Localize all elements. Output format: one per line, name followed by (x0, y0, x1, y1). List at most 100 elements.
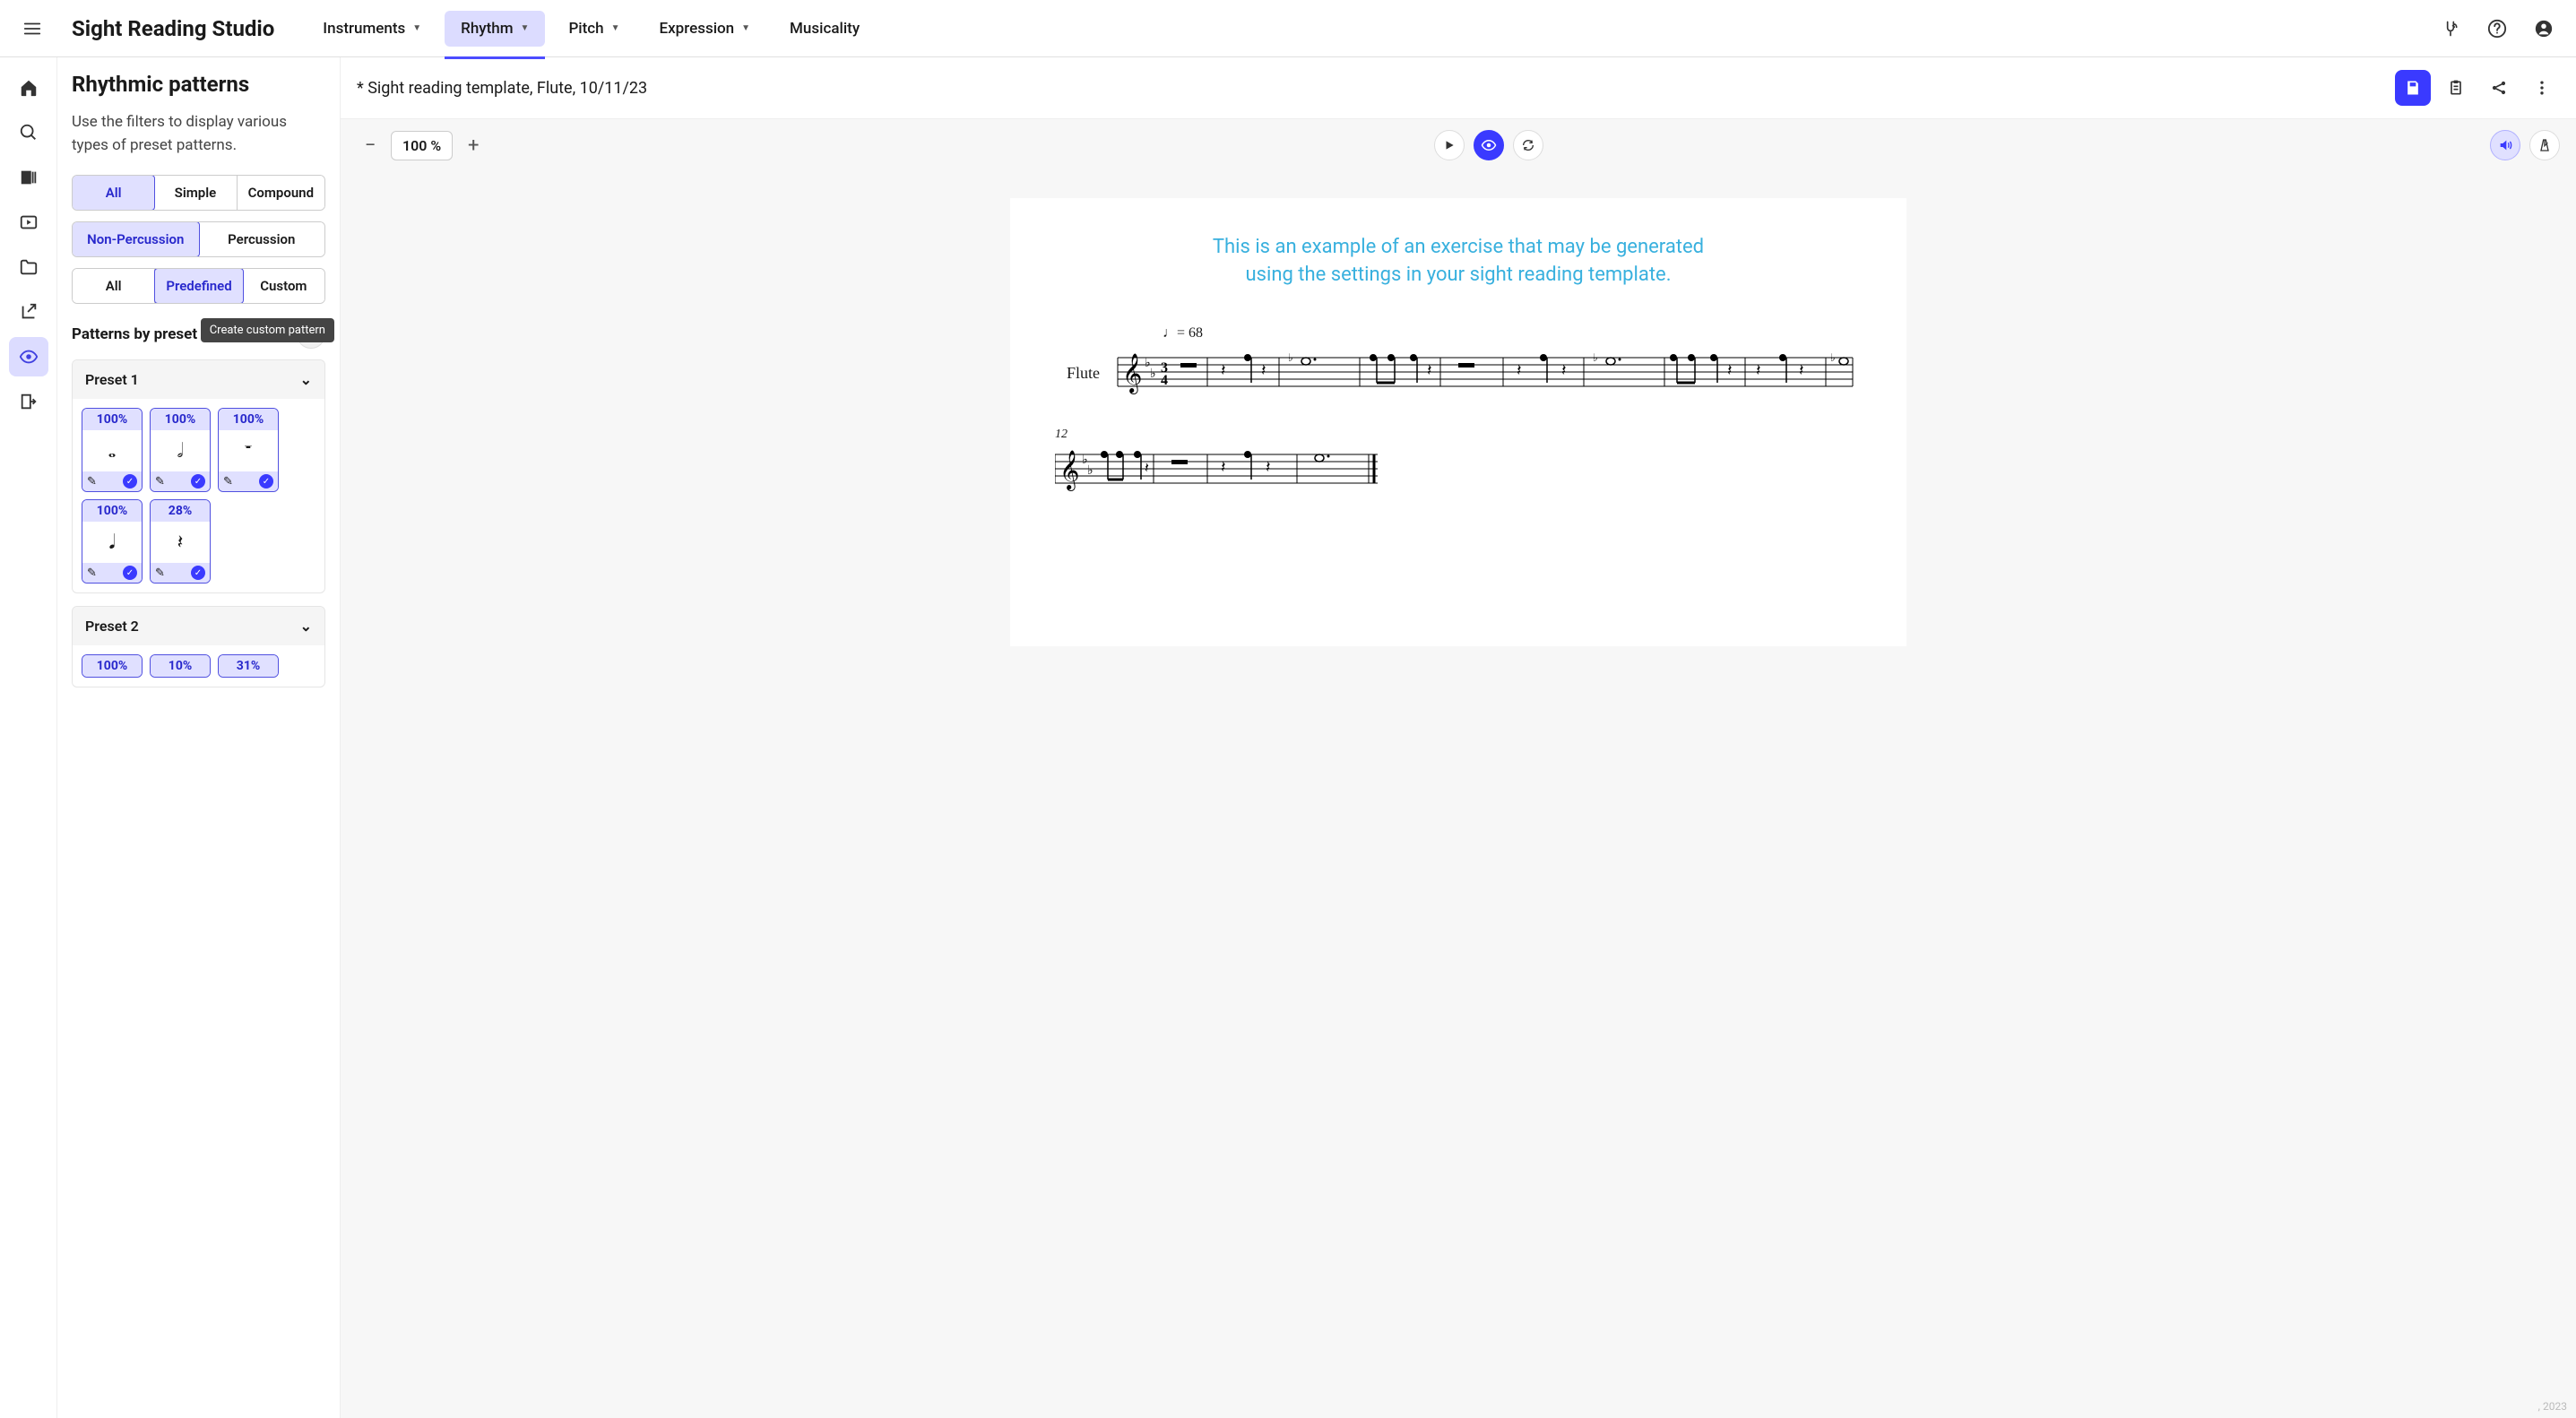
chevron-down-icon: ⌄ (300, 618, 312, 635)
hamburger-menu-button[interactable] (14, 11, 50, 47)
svg-text:𝄞: 𝄞 (1122, 354, 1142, 394)
sidebar-title: Rhythmic patterns (72, 72, 325, 97)
save-button[interactable] (2395, 70, 2431, 106)
play-icon (1443, 139, 1456, 151)
rail-video[interactable] (9, 203, 48, 242)
edit-icon[interactable]: ✎ (223, 475, 233, 489)
check-icon[interactable]: ✓ (123, 474, 137, 489)
rail-sightreading[interactable] (9, 337, 48, 376)
edit-icon[interactable]: ✎ (87, 475, 97, 489)
app-title: Sight Reading Studio (72, 16, 274, 41)
canvas[interactable]: This is an example of an exercise that m… (341, 171, 2576, 1418)
instrument-label: Flute (1055, 364, 1100, 383)
regenerate-button[interactable] (1513, 130, 1543, 160)
preset-name: Preset 2 (85, 618, 139, 635)
more-button[interactable] (2524, 70, 2560, 106)
check-icon[interactable]: ✓ (259, 474, 273, 489)
pattern-card[interactable]: 10% (150, 654, 211, 678)
nav-tab-instruments[interactable]: Instruments▼ (307, 11, 437, 47)
nav-tab-pitch[interactable]: Pitch▼ (552, 11, 635, 47)
rail-library[interactable] (9, 158, 48, 197)
rail-home[interactable] (9, 68, 48, 108)
nav-tab-expression[interactable]: Expression▼ (644, 11, 767, 47)
sheet: This is an example of an exercise that m… (1010, 198, 1906, 646)
pattern-card[interactable]: 100% 𝄻 ✎✓ (218, 408, 279, 492)
filter-all[interactable]: All (72, 175, 155, 211)
import-icon (19, 302, 39, 322)
nav-tab-label: Instruments (323, 20, 405, 38)
play-button[interactable] (1434, 130, 1465, 160)
metronome-button[interactable] (2529, 130, 2560, 160)
share-button[interactable] (2481, 70, 2517, 106)
hamburger-icon (22, 19, 42, 39)
filter-predefined[interactable]: Predefined (154, 268, 243, 304)
check-icon[interactable]: ✓ (191, 474, 205, 489)
pattern-percent: 10% (151, 655, 210, 677)
preset-1: Preset 1 ⌄ 100% 𝅝 ✎✓ 100% 𝅗𝅥 ✎✓ 100% 𝄻 (72, 359, 325, 593)
svg-text:♭: ♭ (1087, 464, 1094, 478)
doc-title: * Sight reading template, Flute, 10/11/2… (357, 79, 647, 98)
check-icon[interactable]: ✓ (123, 566, 137, 580)
rail-exit[interactable] (9, 382, 48, 421)
exit-icon (19, 392, 39, 411)
svg-text:𝄽: 𝄽 (1561, 361, 1567, 379)
pattern-percent: 31% (219, 655, 278, 677)
svg-text:𝄞: 𝄞 (1059, 451, 1079, 491)
pattern-card[interactable]: 100% 𝅗𝅥 ✎✓ (150, 408, 211, 492)
main: * Sight reading template, Flute, 10/11/2… (341, 57, 2576, 1418)
clipboard-button[interactable] (2438, 70, 2474, 106)
pattern-card[interactable]: 100% 𝅘𝅥 ✎✓ (82, 499, 143, 584)
rail-search[interactable] (9, 113, 48, 152)
zoom-in-button[interactable]: + (460, 132, 487, 159)
pattern-glyph: 𝅘𝅥 (82, 522, 142, 563)
check-icon[interactable]: ✓ (191, 566, 205, 580)
pattern-card[interactable]: 31% (218, 654, 279, 678)
edit-icon[interactable]: ✎ (87, 566, 97, 580)
pattern-card[interactable]: 100% 𝅝 ✎✓ (82, 408, 143, 492)
presets-label: Patterns by preset (72, 325, 197, 343)
metronome-icon (2537, 138, 2552, 152)
video-icon (19, 212, 39, 232)
svg-text:4: 4 (1161, 373, 1168, 388)
pattern-footer: ✎✓ (151, 471, 210, 491)
pattern-card[interactable]: 100% (82, 654, 143, 678)
help-icon (2487, 19, 2507, 39)
filter-group-percussion: Non-Percussion Percussion (72, 221, 325, 257)
preset-2-header[interactable]: Preset 2 ⌄ (73, 607, 324, 645)
staff-system-2: 12 𝄞 ♭♭ 𝄽 𝄽𝄽 (1055, 428, 1862, 497)
filter-nonpercussion[interactable]: Non-Percussion (72, 221, 200, 257)
pattern-percent: 100% (82, 409, 142, 430)
svg-text:♭: ♭ (1830, 351, 1836, 364)
filter-all2[interactable]: All (73, 269, 155, 303)
audio-button[interactable] (2490, 130, 2520, 160)
svg-text:♭: ♭ (1288, 351, 1293, 364)
pattern-glyph: 𝄻 (219, 430, 278, 471)
nav-tab-musicality[interactable]: Musicality (774, 11, 876, 47)
preset-1-header[interactable]: Preset 1 ⌄ (73, 360, 324, 399)
caret-down-icon: ▼ (741, 23, 750, 33)
refresh-icon (1521, 138, 1535, 152)
eye-music-icon (19, 347, 39, 367)
zoom-out-button[interactable]: − (357, 132, 384, 159)
filter-percussion[interactable]: Percussion (199, 222, 325, 256)
help-button[interactable] (2479, 11, 2515, 47)
edit-icon[interactable]: ✎ (155, 475, 165, 489)
example-line-1: This is an example of an exercise that m… (1213, 236, 1704, 258)
zoom-value[interactable]: 100 % (391, 131, 453, 160)
nav-tab-label: Musicality (790, 20, 860, 38)
zoom-controls: − 100 % + (357, 131, 487, 160)
preview-button[interactable] (1474, 130, 1504, 160)
filter-simple[interactable]: Simple (154, 176, 237, 210)
pattern-card[interactable]: 28% 𝄽 ✎✓ (150, 499, 211, 584)
edit-icon[interactable]: ✎ (155, 566, 165, 580)
filter-compound[interactable]: Compound (238, 176, 324, 210)
caret-down-icon: ▼ (521, 23, 530, 33)
rail-folder[interactable] (9, 247, 48, 287)
playback-controls (1434, 130, 1543, 160)
rail-import[interactable] (9, 292, 48, 332)
filter-custom[interactable]: Custom (243, 269, 324, 303)
nav-tab-rhythm[interactable]: Rhythm▼ (445, 11, 545, 47)
search-icon (19, 123, 39, 143)
account-button[interactable] (2526, 11, 2562, 47)
tuning-fork-button[interactable] (2433, 11, 2468, 47)
